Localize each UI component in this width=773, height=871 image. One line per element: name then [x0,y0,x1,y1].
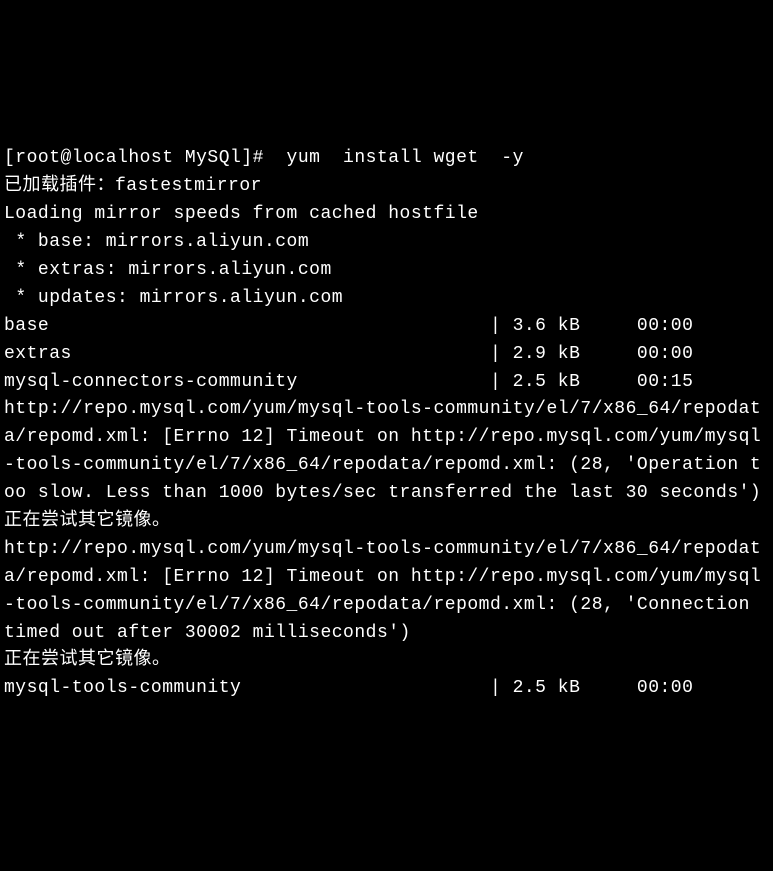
output-line: Loading mirror speeds from cached hostfi… [4,201,769,229]
output-line: 正在尝试其它镜像。 [4,508,769,536]
terminal-output: [root@localhost MySQl]# yum install wget… [4,118,769,732]
output-line: 正在尝试其它镜像。 [4,647,769,675]
output-line: mysql-connectors-community | 2.5 kB 00:1… [4,369,769,397]
output-line: mysql-tools-community | 2.5 kB 00:00 [4,675,769,703]
output-line: http://repo.mysql.com/yum/mysql-tools-co… [4,396,769,508]
output-line: base | 3.6 kB 00:00 [4,313,769,341]
output-line: extras | 2.9 kB 00:00 [4,341,769,369]
command-prompt-line: [root@localhost MySQl]# yum install wget… [4,145,769,173]
output-line: * extras: mirrors.aliyun.com [4,257,769,285]
output-line: * base: mirrors.aliyun.com [4,229,769,257]
output-line: * updates: mirrors.aliyun.com [4,285,769,313]
output-line: 已加载插件：fastestmirror [4,173,769,201]
